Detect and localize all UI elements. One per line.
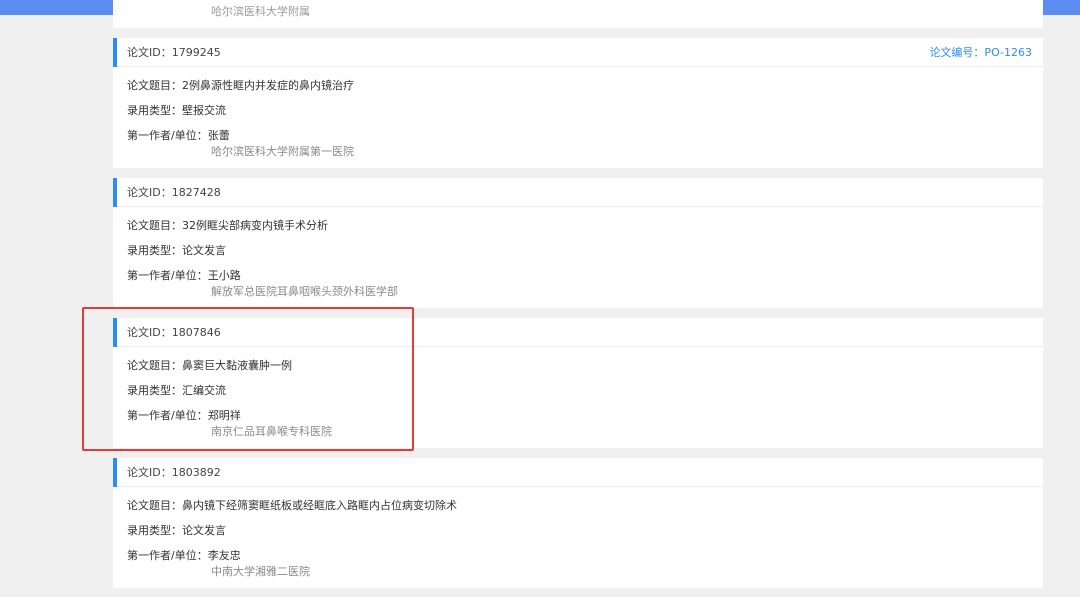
paper-unit: 南京仁品耳鼻喉专科医院 xyxy=(211,425,332,438)
accent-bar xyxy=(113,178,117,207)
paper-card[interactable]: 论文ID：1799245 论文编号：PO-1263 论文题目：2例鼻源性眶内并发… xyxy=(113,38,1043,168)
paper-title: 论文题目：2例鼻源性眶内并发症的鼻内镜治疗 xyxy=(127,79,354,92)
partial-paper-card: 哈尔滨医科大学附属 xyxy=(113,0,1043,28)
paper-type: 录用类型：论文发言 xyxy=(127,524,226,537)
paper-id: 论文ID：1827428 xyxy=(127,186,221,199)
paper-unit: 哈尔滨医科大学附属第一医院 xyxy=(211,145,354,158)
paper-card-header: 论文ID：1803892 xyxy=(113,458,1043,487)
paper-card-header: 论文ID：1807846 xyxy=(113,318,1043,347)
paper-title: 论文题目：32例眶尖部病变内镜手术分析 xyxy=(127,219,328,232)
paper-author: 第一作者/单位：张蕾 xyxy=(127,129,230,142)
paper-card[interactable]: 论文ID：1803892 论文题目：鼻内镜下经筛窦眶纸板或经眶底入路眶内占位病变… xyxy=(113,458,1043,588)
paper-unit: 解放军总医院耳鼻咽喉头颈外科医学部 xyxy=(211,285,398,298)
accent-bar xyxy=(113,38,117,67)
paper-card-header: 论文ID：1827428 xyxy=(113,178,1043,207)
paper-unit: 中南大学湘雅二医院 xyxy=(211,565,310,578)
paper-author: 第一作者/单位：郑明祥 xyxy=(127,409,241,422)
accent-bar xyxy=(113,318,117,347)
paper-id: 论文ID：1803892 xyxy=(127,466,221,479)
paper-id: 论文ID：1799245 xyxy=(127,46,221,59)
paper-title: 论文题目：鼻内镜下经筛窦眶纸板或经眶底入路眶内占位病变切除术 xyxy=(127,499,457,512)
accent-bar xyxy=(113,458,117,487)
paper-author: 第一作者/单位：王小路 xyxy=(127,269,241,282)
paper-number-link[interactable]: 论文编号：PO-1263 xyxy=(929,46,1032,60)
paper-id: 论文ID：1807846 xyxy=(127,326,221,339)
paper-card-header: 论文ID：1799245 论文编号：PO-1263 xyxy=(113,38,1043,67)
paper-author: 第一作者/单位：李友忠 xyxy=(127,549,241,562)
paper-type: 录用类型：壁报交流 xyxy=(127,104,226,117)
paper-card[interactable]: 论文ID：1827428 论文题目：32例眶尖部病变内镜手术分析 录用类型：论文… xyxy=(113,178,1043,308)
paper-title: 论文题目：鼻窦巨大黏液囊肿一例 xyxy=(127,359,292,372)
partial-unit-text: 哈尔滨医科大学附属 xyxy=(211,5,310,18)
paper-type: 录用类型：汇编交流 xyxy=(127,384,226,397)
paper-type: 录用类型：论文发言 xyxy=(127,244,226,257)
paper-card[interactable]: 论文ID：1807846 论文题目：鼻窦巨大黏液囊肿一例 录用类型：汇编交流 第… xyxy=(113,318,1043,448)
